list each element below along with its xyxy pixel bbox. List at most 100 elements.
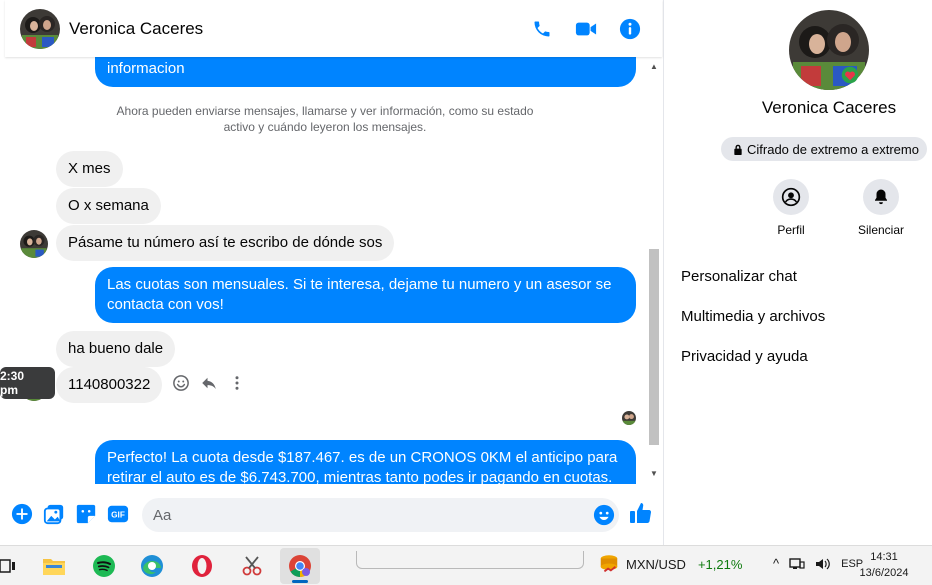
timestamp-tooltip: 2:30 pm bbox=[0, 367, 55, 399]
menu-item-media-files[interactable]: Multimedia y archivos bbox=[681, 296, 825, 336]
message-text: X mes bbox=[68, 160, 111, 177]
message-incoming[interactable]: ha bueno dale bbox=[56, 331, 176, 367]
message-input[interactable] bbox=[153, 506, 573, 524]
menu-item-customize-chat[interactable]: Personalizar chat bbox=[681, 256, 825, 296]
gif-button[interactable]: GIF bbox=[107, 503, 129, 525]
smiley-icon bbox=[173, 375, 189, 391]
info-icon bbox=[619, 18, 641, 39]
message-text: Perfecto! La cuota desde $187.467. es de… bbox=[107, 449, 618, 484]
message-list[interactable]: informacion Ahora pueden enviarse mensaj… bbox=[5, 57, 662, 484]
contact-avatar[interactable] bbox=[20, 8, 60, 49]
user-circle-icon bbox=[781, 187, 801, 207]
taskbar-spotify[interactable] bbox=[90, 552, 118, 580]
task-view-button[interactable] bbox=[0, 552, 22, 580]
sender-avatar[interactable] bbox=[20, 230, 48, 258]
menu-item-privacy-help[interactable]: Privacidad y ayuda bbox=[681, 336, 825, 376]
encryption-label: Cifrado de extremo a extremo bbox=[747, 141, 919, 157]
details-menu: Personalizar chat Multimedia y archivos … bbox=[681, 256, 825, 376]
taskbar-file-explorer[interactable] bbox=[40, 552, 68, 580]
ticker-symbol: MXN/USD bbox=[626, 556, 686, 572]
folder-icon bbox=[43, 559, 65, 575]
chat-scrollbar[interactable]: ▲ ▼ bbox=[648, 57, 660, 484]
reply-icon bbox=[202, 377, 216, 389]
audio-call-button[interactable] bbox=[530, 17, 554, 41]
video-call-button[interactable] bbox=[574, 17, 598, 41]
scroll-thumb[interactable] bbox=[649, 249, 659, 445]
scroll-down-arrow-icon[interactable]: ▼ bbox=[650, 470, 658, 478]
active-app-indicator bbox=[292, 580, 308, 583]
emoji-icon bbox=[593, 504, 615, 526]
message-hover-actions bbox=[171, 373, 247, 393]
profile-action[interactable]: Perfil bbox=[764, 179, 818, 237]
spotify-icon bbox=[93, 555, 115, 577]
opera-icon bbox=[192, 555, 212, 577]
message-text: 1140800322 bbox=[68, 376, 151, 393]
thumbs-up-icon bbox=[630, 503, 652, 524]
system-note: Ahora pueden enviarse mensajes, llamarse… bbox=[116, 104, 534, 134]
system-tray: ^ ESP bbox=[773, 556, 863, 571]
bell-icon bbox=[875, 189, 887, 205]
message-text: Las cuotas son mensuales. Si te interesa… bbox=[107, 276, 612, 313]
phone-icon bbox=[534, 21, 550, 36]
network-wired-icon[interactable] bbox=[789, 557, 805, 571]
message-outgoing[interactable]: Perfecto! La cuota desde $187.467. es de… bbox=[95, 440, 636, 484]
chat-header: Veronica Caceres bbox=[5, 0, 662, 57]
scroll-up-arrow-icon[interactable]: ▲ bbox=[650, 63, 658, 71]
finance-widget[interactable]: MXN/USD +1,21% bbox=[598, 553, 742, 575]
plus-circle-icon bbox=[11, 503, 33, 525]
message-text: Pásame tu número así te escribo de dónde… bbox=[68, 234, 383, 251]
heart-icon bbox=[841, 66, 859, 84]
message-incoming[interactable]: O x semana bbox=[56, 188, 161, 224]
read-receipt-avatar bbox=[622, 411, 636, 425]
taskbar-opera[interactable] bbox=[188, 552, 216, 580]
more-actions-button[interactable] bbox=[11, 503, 33, 525]
taskbar-snipping-tool[interactable] bbox=[238, 552, 266, 580]
chrome-icon bbox=[289, 555, 311, 577]
message-incoming-hovered[interactable]: 1140800322 bbox=[56, 367, 163, 403]
encryption-badge[interactable]: Cifrado de extremo a extremo bbox=[721, 137, 927, 161]
taskbar-window-preview-edge bbox=[356, 551, 584, 569]
contact-name: Veronica Caceres bbox=[69, 18, 204, 38]
message-text: O x semana bbox=[68, 197, 149, 214]
edge-browser-icon bbox=[141, 555, 163, 577]
send-like-button[interactable] bbox=[629, 501, 653, 525]
taskbar-chrome-active[interactable] bbox=[280, 548, 320, 584]
taskbar-edge[interactable] bbox=[138, 552, 166, 580]
clock-date: 13/6/2024 bbox=[859, 567, 909, 579]
message-text: ha bueno dale bbox=[68, 340, 164, 357]
sticker-button[interactable] bbox=[75, 503, 97, 525]
mute-action-label: Silenciar bbox=[857, 223, 905, 237]
attach-media-button[interactable] bbox=[43, 503, 65, 525]
speaker-icon[interactable] bbox=[815, 557, 831, 571]
message-incoming[interactable]: X mes bbox=[56, 151, 123, 187]
profile-name: Veronica Caceres bbox=[761, 98, 897, 117]
conversation-info-button[interactable] bbox=[618, 17, 642, 41]
currency-coins-icon bbox=[600, 555, 618, 573]
windows-taskbar: MXN/USD +1,21% ^ ESP 14:31 13/6/2024 bbox=[0, 545, 932, 585]
task-view-icon bbox=[0, 559, 15, 573]
message-composer: GIF bbox=[5, 484, 662, 544]
mute-action[interactable]: Silenciar bbox=[854, 179, 908, 237]
message-outgoing[interactable]: informacion bbox=[95, 57, 636, 87]
more-options-button[interactable] bbox=[227, 373, 247, 393]
sticker-icon bbox=[76, 504, 96, 524]
message-incoming[interactable]: Pásame tu número así te escribo de dónde… bbox=[56, 225, 395, 261]
svg-text:GIF: GIF bbox=[111, 511, 125, 520]
react-button[interactable] bbox=[171, 373, 191, 393]
lock-icon bbox=[734, 144, 742, 155]
message-outgoing[interactable]: Las cuotas son mensuales. Si te interesa… bbox=[95, 267, 636, 323]
message-input-container[interactable] bbox=[142, 498, 619, 532]
system-clock[interactable]: 14:31 13/6/2024 bbox=[852, 549, 916, 581]
reply-button[interactable] bbox=[199, 373, 219, 393]
ticker-change: +1,21% bbox=[697, 556, 743, 572]
scissors-icon bbox=[242, 556, 262, 576]
more-vertical-icon bbox=[235, 376, 239, 390]
gif-icon: GIF bbox=[107, 505, 129, 523]
video-camera-icon bbox=[575, 22, 597, 35]
chevron-up-icon[interactable]: ^ bbox=[773, 556, 779, 571]
message-text: informacion bbox=[107, 60, 185, 77]
profile-action-label: Perfil bbox=[777, 223, 805, 237]
clock-time: 14:31 bbox=[870, 551, 898, 563]
emoji-picker-button[interactable] bbox=[593, 504, 615, 526]
conversation-details-panel: Veronica Caceres Cifrado de extremo a ex… bbox=[664, 0, 932, 545]
